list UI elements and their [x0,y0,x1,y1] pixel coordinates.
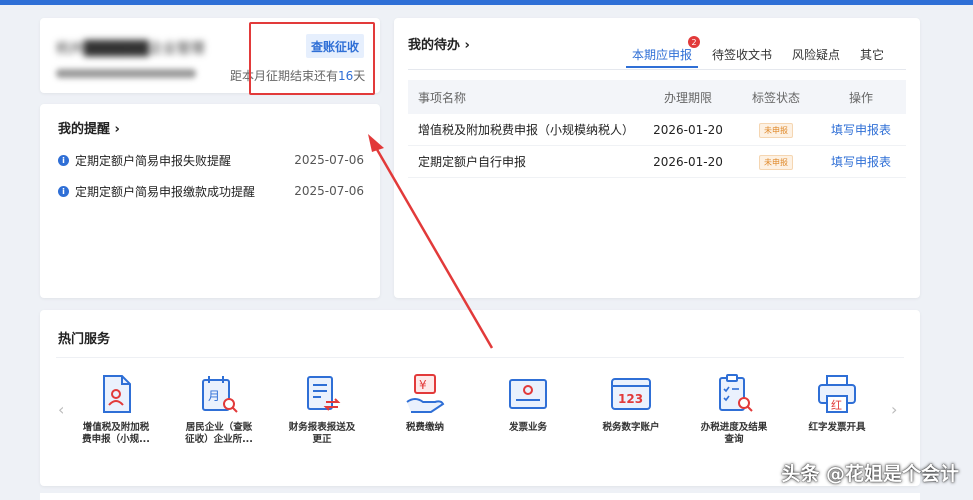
todo-card: 我的待办 › 本期应申报 2 待签收文书 风险疑点 其它 事项名称 办理期限 标… [394,18,920,298]
table-row: 定期定额户自行申报 2026-01-20 未申报 填写申报表 [408,146,906,178]
invoice-icon [509,379,547,409]
service-enterprise-income-tax[interactable]: 月 居民企业（查账 征收）企业所... [170,372,268,446]
svg-text:123: 123 [618,392,643,406]
section-divider [56,357,904,358]
top-accent-bar [0,0,973,5]
reminders-card: 我的提醒 › i 定期定额户简易申报失败提醒 2025-07-06 i 定期定额… [40,104,380,298]
todo-title[interactable]: 我的待办 › [408,34,470,53]
service-red-invoice[interactable]: 红 红字发票开具 [788,372,886,434]
chevron-right-icon: › [464,38,470,53]
tabs-divider [408,69,906,70]
service-invoice[interactable]: 发票业务 [479,372,577,434]
todo-tabs: 本期应申报 2 待签收文书 风险疑点 其它 [622,36,894,68]
reminders-title[interactable]: 我的提醒 › [58,118,120,137]
service-vat-declaration[interactable]: 增值税及附加税 费申报（小规... [67,372,165,446]
table-header: 事项名称 办理期限 标签状态 操作 [408,80,906,114]
tab-risk-doubts[interactable]: 风险疑点 [782,42,850,66]
next-section-edge [40,493,920,500]
status-badge: 未申报 [759,154,793,170]
tax-type-tag[interactable]: 查账征收 [306,34,364,58]
info-icon: i [58,185,69,197]
service-progress-query[interactable]: 办税进度及结果 查询 [685,372,783,446]
tab-pending-documents[interactable]: 待签收文书 [702,42,782,66]
svg-text:红: 红 [831,399,842,412]
tab-current-declaration[interactable]: 本期应申报 2 [622,36,702,68]
svg-text:¥: ¥ [419,378,427,392]
service-financial-report[interactable]: 财务报表报送及 更正 [273,372,371,446]
report-exchange-icon [307,376,341,411]
deadline-days: 16 [338,69,354,83]
red-invoice-printer-icon: 红 [818,375,856,413]
fill-declaration-link[interactable]: 填写申报表 [831,123,891,137]
reminder-item[interactable]: i 定期定额户简易申报缴款成功提醒 2025-07-06 [58,181,364,201]
service-digital-account[interactable]: 123 税务数字账户 [582,372,680,434]
company-name-blurred: 杭州██████企业管理 [56,41,205,57]
calendar-search-icon: 月 [202,376,238,413]
chevron-right-icon: › [114,122,120,137]
status-badge: 未申报 [759,122,793,138]
reminder-item[interactable]: i 定期定额户简易申报失败提醒 2025-07-06 [58,150,364,170]
watermark: 头条 @花姐是个会计 [781,463,959,485]
fill-declaration-link[interactable]: 填写申报表 [831,155,891,169]
svg-text:月: 月 [208,389,220,403]
person-doc-icon [103,375,131,413]
taxpayer-id-blurred [56,69,196,78]
yuan-hand-icon: ¥ [406,374,445,413]
hot-services-title: 热门服务 [58,332,111,347]
company-info-card: 杭州██████企业管理 查账征收 距本月征期结束还有16天 [40,18,380,93]
service-tax-payment[interactable]: ¥ 税费缴纳 [376,372,474,434]
info-icon: i [58,154,69,166]
todo-table: 事项名称 办理期限 标签状态 操作 增值税及附加税费申报（小规模纳税人） 202… [408,80,906,178]
chevron-right-icon[interactable]: › [891,400,897,419]
tab-others[interactable]: 其它 [850,42,894,66]
digital-account-icon: 123 [611,378,651,410]
table-row: 增值税及附加税费申报（小规模纳税人） 2026-01-20 未申报 填写申报表 [408,114,906,146]
deadline-countdown: 距本月征期结束还有16天 [230,69,366,83]
progress-search-icon [719,374,753,412]
chevron-left-icon[interactable]: ‹ [58,400,64,419]
count-badge: 2 [688,36,701,48]
